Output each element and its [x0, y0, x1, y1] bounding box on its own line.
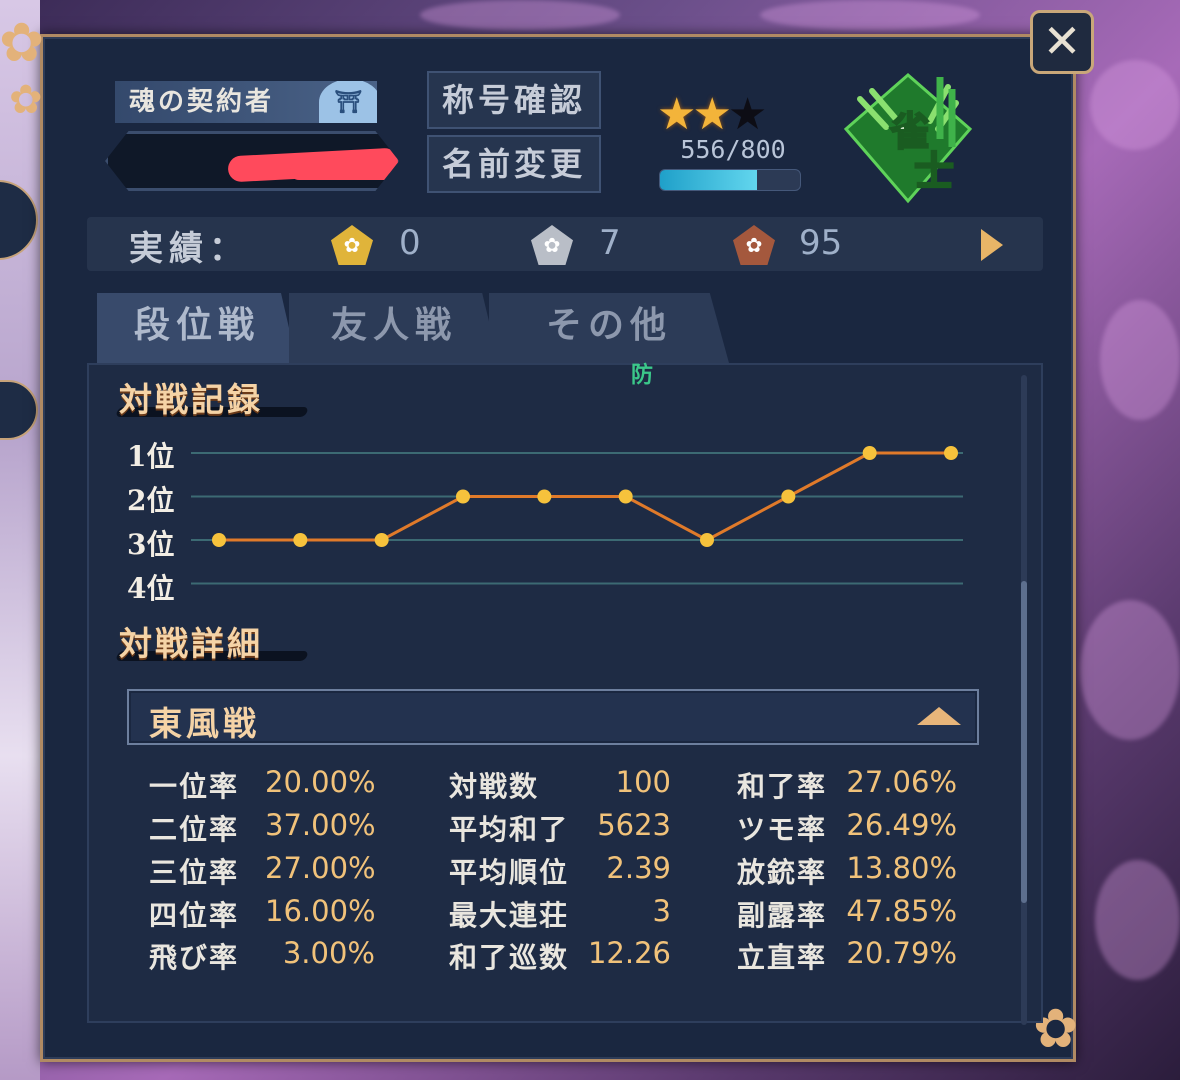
- mode-label: 東風戦: [149, 704, 260, 743]
- rank-label-4: 4位: [127, 572, 175, 605]
- rank-points-bar: [659, 169, 801, 191]
- flower-ornament-icon: ✿: [9, 77, 43, 123]
- rank-label-2: 2位: [127, 484, 175, 517]
- stat-label: 対戦数: [449, 770, 540, 803]
- bronze-medal-icon: ✿: [733, 225, 775, 265]
- rank-points: 556/800: [680, 135, 786, 164]
- bronze-medal-count: 95: [799, 223, 843, 263]
- gold-medal-icon: ✿: [331, 225, 373, 265]
- tab-ranked[interactable]: 段位戦: [97, 293, 297, 363]
- match-details-title: 対戦詳細: [119, 624, 263, 663]
- chart-point: [700, 533, 714, 547]
- stat-label: 放銃率: [737, 856, 828, 889]
- stat-value: 26.49%: [846, 808, 957, 842]
- silver-medal-icon: ✿: [531, 225, 573, 265]
- star-empty-icon: ★: [727, 89, 768, 140]
- stat-value: 2.39: [606, 851, 671, 885]
- side-menu-strip: [0, 0, 40, 1080]
- rename-button[interactable]: 名前変更: [427, 135, 601, 193]
- stat-label: 飛び率: [149, 941, 240, 974]
- contract-title-tag: 魂の契約者 ⛩: [115, 81, 377, 123]
- stat-label: 副露率: [737, 899, 828, 932]
- rank-badge-char2: 士: [914, 148, 954, 195]
- chart-point: [212, 533, 226, 547]
- mode-selector[interactable]: 東風戦: [127, 689, 979, 745]
- stat-label: 立直率: [737, 941, 828, 974]
- book-icon[interactable]: ⛩: [319, 81, 377, 123]
- silver-medal-count: 7: [599, 223, 621, 263]
- side-menu-tab[interactable]: [0, 180, 38, 260]
- gold-medal-count: 0: [399, 223, 421, 263]
- stat-label: 平均順位: [449, 856, 570, 889]
- chart-point: [456, 489, 470, 504]
- tab-friend[interactable]: 友人戦: [289, 293, 499, 363]
- stat-value: 16.00%: [265, 894, 376, 928]
- stat-label: 一位率: [149, 770, 240, 803]
- rank-history-chart: [191, 446, 963, 585]
- player-name-box: [105, 131, 399, 191]
- stat-value: 20.79%: [846, 936, 957, 970]
- stat-value: 47.85%: [846, 894, 957, 928]
- profile-panel: ✿ ✿ ✿ 魂の契約者 ⛩ 称号確認 名前変更 ★★★ 556/800 雀 士 …: [0, 11, 1078, 1062]
- stat-label: 二位率: [149, 813, 240, 846]
- stat-value: 20.00%: [265, 765, 376, 799]
- title-check-button[interactable]: 称号確認: [427, 71, 601, 129]
- stat-value: 12.26: [587, 936, 671, 970]
- match-record-title: 対戦記録: [119, 380, 263, 419]
- chart-point: [862, 446, 877, 460]
- close-button[interactable]: ✕: [1030, 10, 1094, 74]
- contract-title: 魂の契約者: [129, 87, 275, 117]
- chart-point: [781, 489, 796, 504]
- collapse-arrow-icon[interactable]: [917, 707, 961, 725]
- stat-label: 平均和了: [449, 813, 570, 846]
- rank-stars: ★★★: [657, 89, 768, 140]
- chart-point: [618, 489, 633, 504]
- stat-value: 100: [615, 765, 671, 799]
- stat-label: 四位率: [149, 899, 240, 932]
- stat-label: 和了巡数: [449, 941, 570, 974]
- stat-value: 27.00%: [265, 851, 376, 885]
- achievements-label: 実績：: [129, 229, 249, 269]
- rank-points-fill: [660, 170, 758, 190]
- side-menu-tab[interactable]: [0, 380, 38, 440]
- floating-text: 防: [631, 363, 654, 388]
- chart-point: [537, 489, 552, 504]
- star-filled-icon: ★: [657, 89, 697, 140]
- stat-value: 3.00%: [282, 936, 375, 970]
- stat-value: 5623: [597, 808, 671, 842]
- chart-point: [374, 533, 389, 547]
- rank-badge-icon[interactable]: 雀 士: [838, 69, 978, 209]
- stat-label: ツモ率: [737, 813, 828, 846]
- stat-label: 和了率: [737, 770, 828, 803]
- star-filled-icon: ★: [692, 89, 732, 140]
- achievements-bar: 実績： ✿ 0 ✿ 7 ✿ 95: [87, 217, 1043, 271]
- stat-value: 37.00%: [265, 808, 376, 842]
- rank-label-3: 3位: [127, 528, 175, 561]
- achievements-next-arrow-icon[interactable]: [981, 229, 1003, 261]
- chart-point: [944, 446, 958, 460]
- stat-value: 3: [652, 894, 671, 928]
- rank-label-1: 1位: [127, 440, 175, 473]
- chart-point: [293, 533, 308, 547]
- flower-ornament-icon: ✿: [0, 11, 45, 74]
- stat-label: 最大連荘: [449, 899, 570, 932]
- scrollbar-thumb[interactable]: [1021, 581, 1027, 903]
- stat-label: 三位率: [149, 856, 240, 889]
- tab-other[interactable]: その他: [489, 293, 729, 363]
- stat-value: 27.06%: [846, 765, 957, 799]
- stat-value: 13.80%: [846, 851, 957, 885]
